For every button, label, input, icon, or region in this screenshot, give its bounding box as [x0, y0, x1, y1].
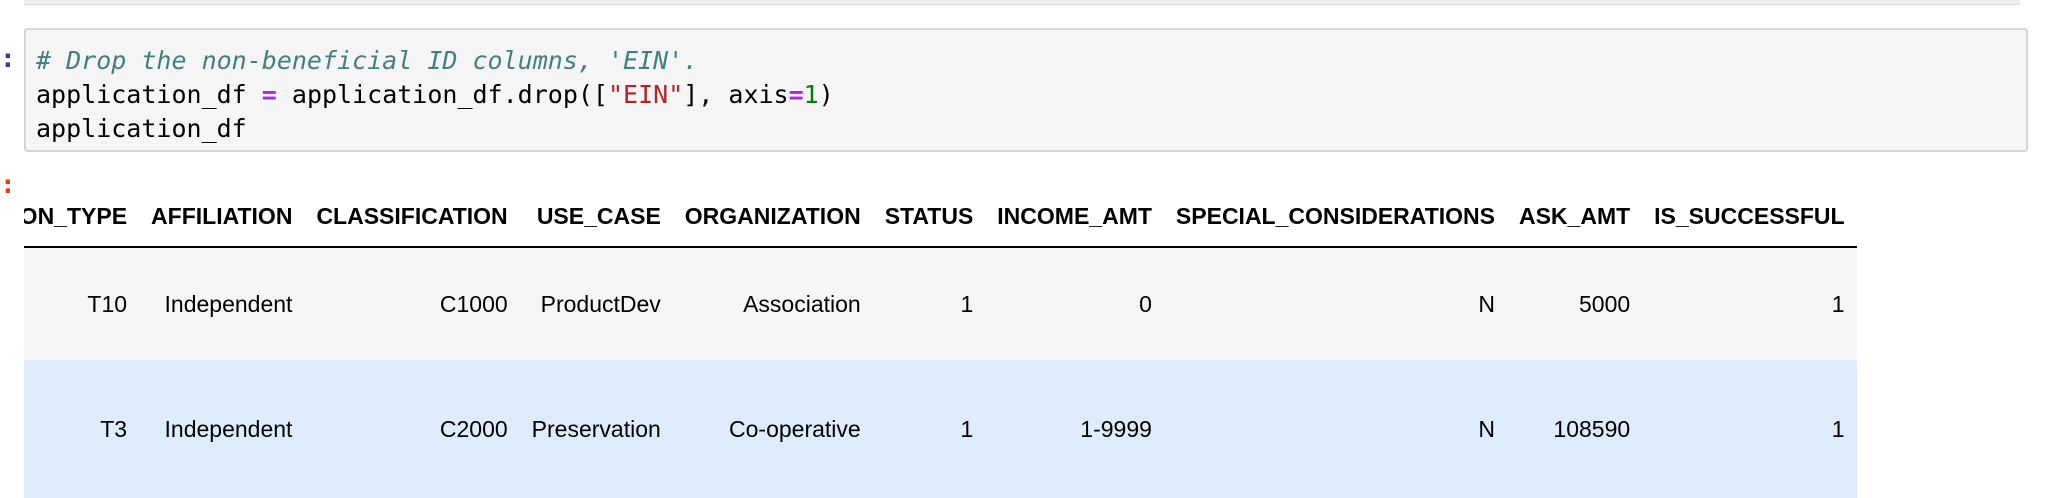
column-header: CLASSIFICATION — [304, 186, 520, 248]
table-cell: Association — [672, 247, 873, 360]
code-token-str: "EIN" — [607, 80, 684, 109]
table-cell: Independent — [139, 360, 305, 498]
table-cell: 1 — [872, 360, 986, 498]
column-header: SPECIAL_CONSIDERATIONS — [1163, 186, 1507, 248]
code-token-op: = — [261, 80, 277, 109]
table-cell: N — [1163, 360, 1507, 498]
table-cell: T3 — [24, 360, 140, 498]
code-token-plain: application_df.drop([ — [276, 80, 608, 109]
dataframe-table: APPLICATION_TYPEAFFILIATIONCLASSIFICATIO… — [24, 186, 1857, 498]
code-token-op: = — [788, 80, 804, 109]
code-line: application_df = application_df.drop(["E… — [36, 78, 2016, 112]
table-cell: 108590 — [1506, 360, 1643, 498]
table-cell: N — [1163, 247, 1507, 360]
code-token-plain: ) — [818, 80, 834, 109]
code-token-num: 1 — [803, 80, 819, 109]
table-cell: T10 — [24, 247, 140, 360]
table-cell: 1 — [1642, 247, 1857, 360]
code-line: application_df — [36, 112, 2016, 146]
column-header: ORGANIZATION — [672, 186, 873, 248]
table-cell: Independent — [139, 247, 305, 360]
table-cell: 5000 — [1506, 247, 1643, 360]
column-header: STATUS — [872, 186, 986, 248]
column-header: IS_SUCCESSFUL — [1642, 186, 1857, 248]
table-cell: 0 — [985, 247, 1164, 360]
table-cell: C2000 — [304, 360, 520, 498]
column-header: USE_CASE — [519, 186, 673, 248]
previous-cell-divider — [24, 0, 2020, 5]
table-cell: 1-9999 — [985, 360, 1164, 498]
column-header: APPLICATION_TYPE — [24, 186, 140, 248]
table-cell: C1000 — [304, 247, 520, 360]
output-prompt-marker: : — [0, 170, 16, 200]
table-row: T10 Independent C1000 ProductDev Association… — [24, 247, 1857, 360]
input-prompt-marker: : — [0, 44, 16, 74]
table-cell: 1 — [1642, 360, 1857, 498]
table-cell: Preservation — [519, 360, 673, 498]
dataframe-output: APPLICATION_TYPEAFFILIATIONCLASSIFICATIO… — [24, 186, 2024, 498]
code-line: # Drop the non-beneficial ID columns, 'E… — [36, 44, 2016, 78]
column-header: ASK_AMT — [1506, 186, 1643, 248]
column-header: INCOME_AMT — [985, 186, 1164, 248]
table-cell: 1 — [872, 247, 986, 360]
code-token-plain: application_df — [36, 114, 247, 143]
table-row: T3 Independent C2000 Preservation Co-operati… — [24, 360, 1857, 498]
code-token-comment: # Drop the non-beneficial ID columns, 'E… — [36, 46, 699, 75]
column-header: AFFILIATION — [139, 186, 305, 248]
table-cell: ProductDev — [519, 247, 673, 360]
table-cell: Co-operative — [672, 360, 873, 498]
table-header-row: APPLICATION_TYPEAFFILIATIONCLASSIFICATIO… — [24, 186, 1857, 248]
code-cell-editor[interactable]: # Drop the non-beneficial ID columns, 'E… — [24, 28, 2028, 152]
code-token-plain: ], axis — [683, 80, 789, 109]
code-token-plain: application_df — [36, 80, 262, 109]
